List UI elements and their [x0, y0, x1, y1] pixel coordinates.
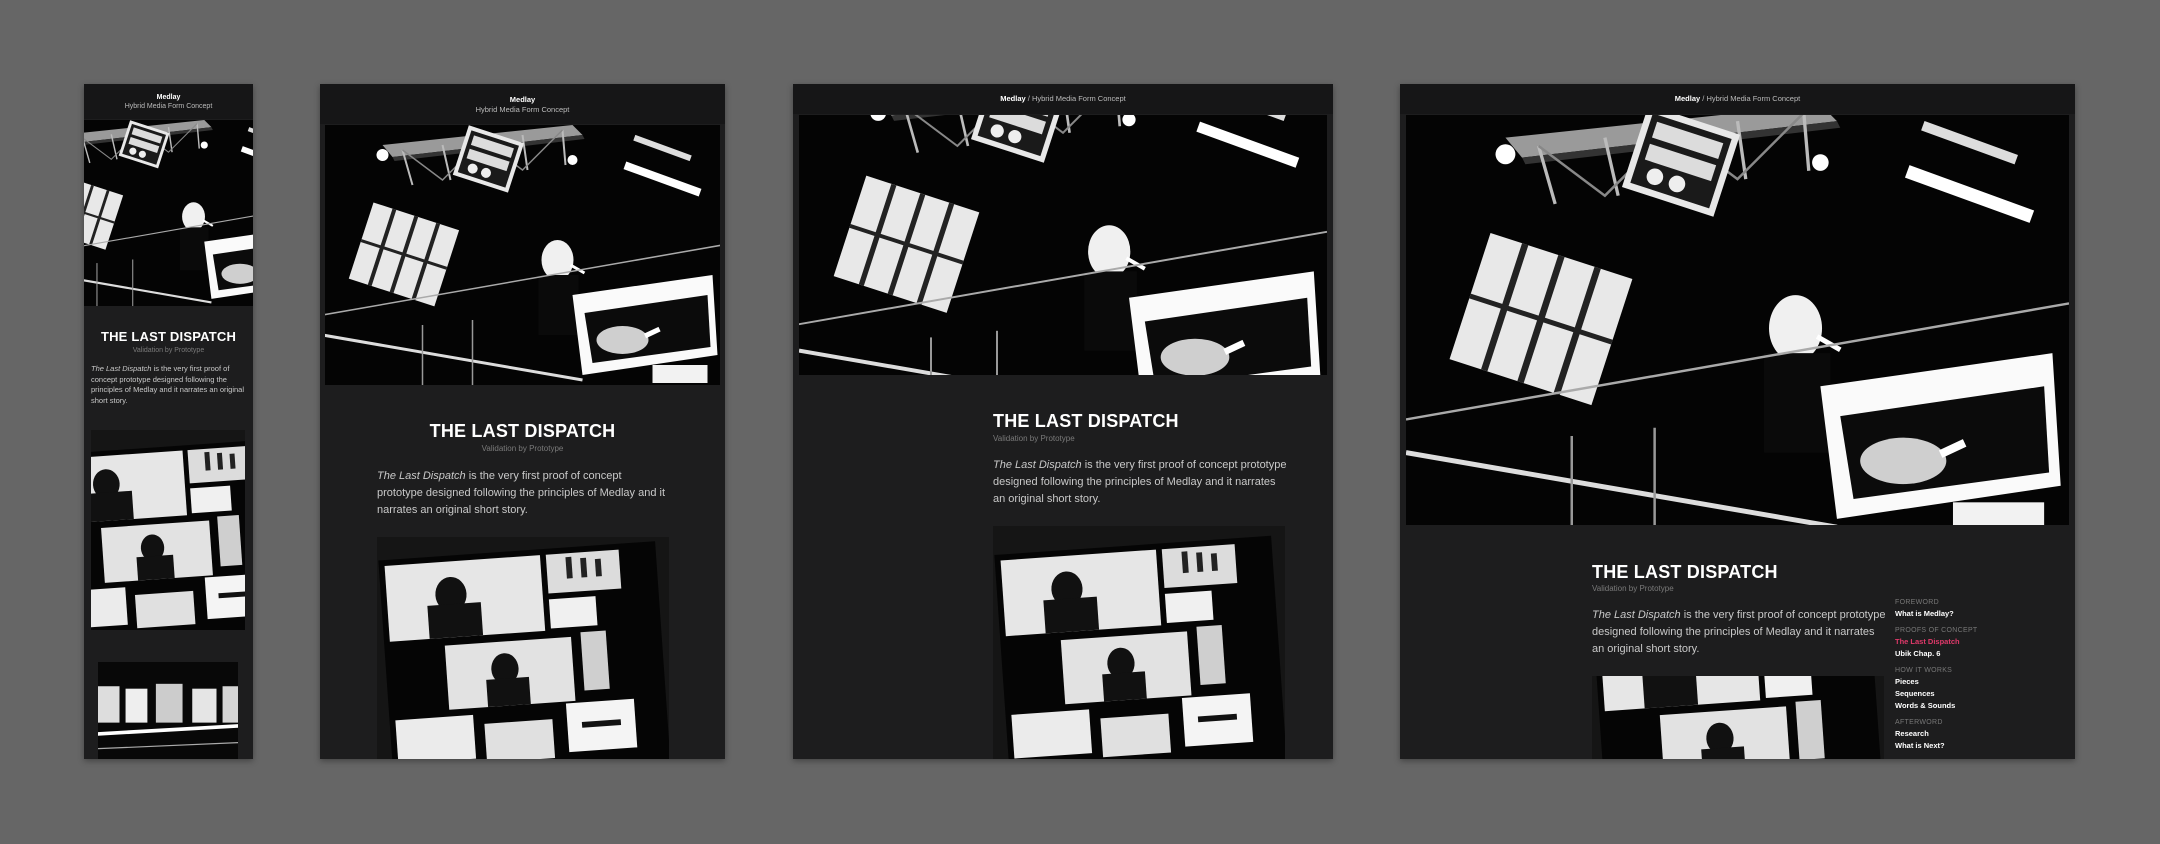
- brand-link[interactable]: Medlay: [84, 93, 253, 102]
- station-image: [98, 662, 238, 759]
- hero-image: [325, 125, 720, 385]
- tagline: Hybrid Media Form Concept: [124, 103, 213, 110]
- topbar: Medlay Hybrid Media Form Concept: [84, 84, 253, 119]
- article-subtitle: Validation by Prototype: [1592, 584, 1674, 593]
- mobile-frame: Medlay Hybrid Media Form Concept THE LAS…: [84, 84, 253, 759]
- brand-link[interactable]: Medlay: [1000, 94, 1025, 103]
- article-intro: The Last Dispatch is the very first proo…: [91, 364, 245, 406]
- article-intro: The Last Dispatch is the very first proo…: [377, 468, 667, 519]
- nav-section-afterword: AFTERWORD: [1895, 719, 1943, 726]
- intro-italic: The Last Dispatch: [91, 364, 152, 373]
- article-subtitle: Validation by Prototype: [993, 434, 1075, 443]
- brand-link[interactable]: Medlay: [1675, 94, 1700, 103]
- nav-section-how-it-works: HOW IT WORKS: [1895, 667, 1953, 674]
- article-title: THE LAST DISPATCH: [429, 421, 616, 441]
- tagline: Hybrid Media Form Concept: [475, 105, 570, 114]
- intro-italic: The Last Dispatch: [377, 470, 466, 482]
- collage-image: [993, 526, 1285, 759]
- article-subtitle: Validation by Prototype: [132, 347, 205, 354]
- nav-item-the-last-dispatch[interactable]: The Last Dispatch: [1895, 637, 2015, 646]
- nav-item-words-sounds[interactable]: Words & Sounds: [1895, 701, 2015, 710]
- article-title: THE LAST DISPATCH: [1592, 562, 1778, 582]
- hero-image: [799, 115, 1327, 375]
- nav-item-sequences[interactable]: Sequences: [1895, 689, 2015, 698]
- topbar: Medlay / Hybrid Media Form Concept: [1400, 84, 2075, 114]
- nav-item-what-is-medlay[interactable]: What is Medlay?: [1895, 609, 2015, 618]
- collage-image: [91, 430, 245, 630]
- article-title: THE LAST DISPATCH: [993, 411, 1179, 431]
- article-subtitle: Validation by Prototype: [481, 444, 564, 453]
- tagline: Hybrid Media Form Concept: [1706, 94, 1801, 103]
- nav-item-what-is-next[interactable]: What is Next?: [1895, 741, 2015, 750]
- intro-italic: The Last Dispatch: [993, 459, 1082, 471]
- article-intro: The Last Dispatch is the very first proo…: [993, 457, 1288, 508]
- desktop-frame: Medlay / Hybrid Media Form Concept THE L…: [1400, 84, 2075, 759]
- intro-italic: The Last Dispatch: [1592, 609, 1681, 621]
- nav-item-research[interactable]: Research: [1895, 729, 2015, 738]
- topbar: Medlay Hybrid Media Form Concept: [320, 84, 725, 124]
- article-intro: The Last Dispatch is the very first proo…: [1592, 607, 1887, 658]
- tagline: Hybrid Media Form Concept: [1031, 94, 1126, 103]
- nav-section-foreword: FOREWORD: [1895, 599, 1940, 606]
- hero-image: [84, 120, 253, 306]
- brand-link[interactable]: Medlay: [320, 95, 725, 105]
- table-of-contents: FOREWORD What is Medlay? PROOFS OF CONCE…: [1895, 599, 2015, 750]
- article-title: THE LAST DISPATCH: [100, 329, 237, 344]
- collage-image: [1592, 676, 1884, 759]
- hero-image: [1406, 115, 2069, 525]
- nav-section-proofs: PROOFS OF CONCEPT: [1895, 627, 1978, 634]
- separator: /: [1027, 94, 1030, 103]
- tablet-landscape-frame: Medlay / Hybrid Media Form Concept THE L…: [793, 84, 1333, 759]
- collage-image: [377, 537, 669, 759]
- tablet-portrait-frame: Medlay Hybrid Media Form Concept THE LAS…: [320, 84, 725, 759]
- nav-item-ubik[interactable]: Ubik Chap. 6: [1895, 649, 2015, 658]
- separator: /: [1702, 94, 1705, 103]
- topbar: Medlay / Hybrid Media Form Concept: [793, 84, 1333, 114]
- nav-item-pieces[interactable]: Pieces: [1895, 677, 2015, 686]
